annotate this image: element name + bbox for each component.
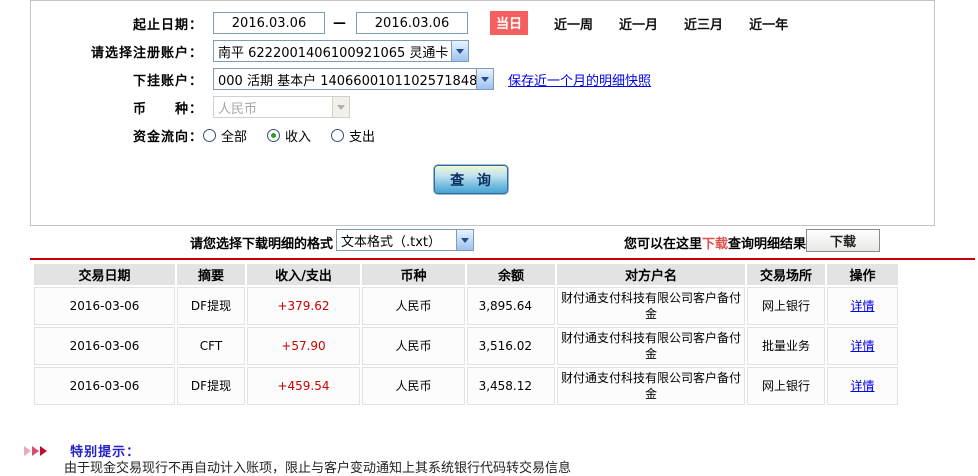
download-hint-suffix: 查询明细结果 <box>728 237 807 252</box>
chevron-down-icon[interactable] <box>476 69 493 89</box>
triangle-icon <box>32 446 39 456</box>
download-hint-link[interactable]: 下载 <box>702 237 728 252</box>
flow-option-label: 支出 <box>349 129 376 145</box>
column-header: 交易场所 <box>747 264 825 285</box>
register-account-select[interactable]: 南平 6222001406100921065 灵通卡 <box>213 40 469 62</box>
flow-radio-income[interactable]: 收入 <box>267 126 311 145</box>
table-row: 2016-03-06 DF提现 +459.54 人民币 3,458.12 财付通… <box>34 367 898 405</box>
download-row: 请您选择下载明细的格式 文本格式（.txt） 您可以在这里下载查询明细结果 下载 <box>0 228 978 254</box>
download-format-value: 文本格式（.txt） <box>341 234 442 250</box>
cell-action: 详情 <box>827 327 898 365</box>
cell-channel: 批量业务 <box>747 327 825 365</box>
transactions-table: 交易日期 摘要 收入/支出 币种 余额 对方户名 交易场所 操作 2016-03… <box>32 262 900 407</box>
quick-range-week[interactable]: 近一周 <box>554 14 593 33</box>
flow-row: 资金流向： 全部 收入 支出 <box>31 125 934 145</box>
red-divider-line <box>30 258 975 260</box>
quick-range-today[interactable]: 当日 <box>490 11 529 35</box>
date-range-row: 起止日期： — 当日 近一周 近一月 近三月 近一年 <box>31 11 934 35</box>
register-account-value: 南平 6222001406100921065 灵通卡 <box>218 45 449 61</box>
column-header: 对方户名 <box>557 264 745 285</box>
cell-counterparty: 财付通支付科技有限公司客户备付金 <box>557 287 745 325</box>
transactions-body: 2016-03-06 DF提现 +379.62 人民币 3,895.64 财付通… <box>34 287 898 405</box>
cell-date: 2016-03-06 <box>34 327 175 365</box>
table-row: 2016-03-06 CFT +57.90 人民币 3,516.02 财付通支付… <box>34 327 898 365</box>
register-account-label: 请选择注册账户： <box>90 45 203 61</box>
cell-currency: 人民币 <box>362 327 465 365</box>
detail-link[interactable]: 详情 <box>850 339 874 353</box>
download-hint-prefix: 您可以在这里 <box>624 237 703 252</box>
register-account-row: 请选择注册账户： 南平 6222001406100921065 灵通卡 <box>31 39 934 63</box>
cell-channel: 网上银行 <box>747 367 825 405</box>
query-button[interactable]: 查 询 <box>433 165 508 194</box>
download-hint: 您可以在这里下载查询明细结果 <box>624 233 806 252</box>
radio-icon[interactable] <box>331 128 345 142</box>
query-form-panel: 起止日期： — 当日 近一周 近一月 近三月 近一年 请选择注册账户： 南平 6… <box>30 0 935 226</box>
radio-icon[interactable] <box>267 128 281 142</box>
column-header: 摘要 <box>177 264 245 285</box>
cell-summary: DF提现 <box>177 287 245 325</box>
cell-summary: DF提现 <box>177 367 245 405</box>
quick-range-month[interactable]: 近一月 <box>619 14 658 33</box>
cell-counterparty: 财付通支付科技有限公司客户备付金 <box>557 327 745 365</box>
column-header: 交易日期 <box>34 264 175 285</box>
quick-range-year[interactable]: 近一年 <box>749 14 788 33</box>
sub-account-select[interactable]: 000 活期 基本户 1406600101102571848 <box>213 68 494 90</box>
quick-range-quarter[interactable]: 近三月 <box>684 14 723 33</box>
currency-label: 币 种： <box>132 101 203 117</box>
cell-currency: 人民币 <box>362 287 465 325</box>
chevron-down-icon[interactable] <box>451 41 468 61</box>
table-row: 2016-03-06 DF提现 +379.62 人民币 3,895.64 财付通… <box>34 287 898 325</box>
currency-select-disabled: 人民币 <box>213 96 350 118</box>
column-header: 操作 <box>827 264 898 285</box>
currency-value: 人民币 <box>218 101 258 117</box>
cell-amount: +459.54 <box>247 367 360 405</box>
date-range-label: 起止日期： <box>132 17 203 33</box>
column-header: 币种 <box>362 264 465 285</box>
chevron-down-icon[interactable] <box>456 230 473 250</box>
sub-account-label: 下挂账户： <box>132 73 203 89</box>
end-date-input[interactable] <box>356 12 468 34</box>
cell-currency: 人民币 <box>362 367 465 405</box>
sub-account-row: 下挂账户： 000 活期 基本户 1406600101102571848 保存近… <box>31 67 934 91</box>
cell-amount: +379.62 <box>247 287 360 325</box>
date-separator: — <box>333 15 346 31</box>
tips-line-clipped: 由于现金交易现行不再自动计入账项，限止与客户变动通知上其系统银行代码转交易信息 <box>64 461 572 476</box>
download-button[interactable]: 下载 <box>806 229 880 252</box>
detail-link[interactable]: 详情 <box>850 299 874 313</box>
flow-option-label: 收入 <box>285 129 312 145</box>
cell-amount: +57.90 <box>247 327 360 365</box>
cell-date: 2016-03-06 <box>34 287 175 325</box>
download-format-select[interactable]: 文本格式（.txt） <box>336 229 474 251</box>
detail-link[interactable]: 详情 <box>850 379 874 393</box>
flow-option-label: 全部 <box>221 129 248 145</box>
sub-account-value: 000 活期 基本户 1406600101102571848 <box>218 73 476 89</box>
cell-channel: 网上银行 <box>747 287 825 325</box>
cell-summary: CFT <box>177 327 245 365</box>
query-button-row: 查 询 <box>31 165 934 194</box>
cell-counterparty: 财付通支付科技有限公司客户备付金 <box>557 367 745 405</box>
currency-row: 币 种： 人民币 <box>31 95 934 119</box>
cell-action: 详情 <box>827 367 898 405</box>
flow-radio-all[interactable]: 全部 <box>203 126 247 145</box>
cell-action: 详情 <box>827 287 898 325</box>
cell-balance: 3,458.12 <box>467 367 555 405</box>
cell-balance: 3,895.64 <box>467 287 555 325</box>
triangle-icon <box>40 446 47 456</box>
column-header: 收入/支出 <box>247 264 360 285</box>
table-header-row: 交易日期 摘要 收入/支出 币种 余额 对方户名 交易场所 操作 <box>34 264 898 285</box>
start-date-input[interactable] <box>213 12 325 34</box>
flow-label: 资金流向： <box>132 129 203 145</box>
chevron-down-icon <box>332 97 349 117</box>
cell-balance: 3,516.02 <box>467 327 555 365</box>
triangle-icon <box>24 446 31 456</box>
cell-date: 2016-03-06 <box>34 367 175 405</box>
flow-radio-expense[interactable]: 支出 <box>331 126 375 145</box>
column-header: 余额 <box>467 264 555 285</box>
save-snapshot-link[interactable]: 保存近一个月的明细快照 <box>508 70 651 89</box>
download-format-label: 请您选择下载明细的格式 <box>190 237 334 252</box>
radio-icon[interactable] <box>203 128 216 142</box>
